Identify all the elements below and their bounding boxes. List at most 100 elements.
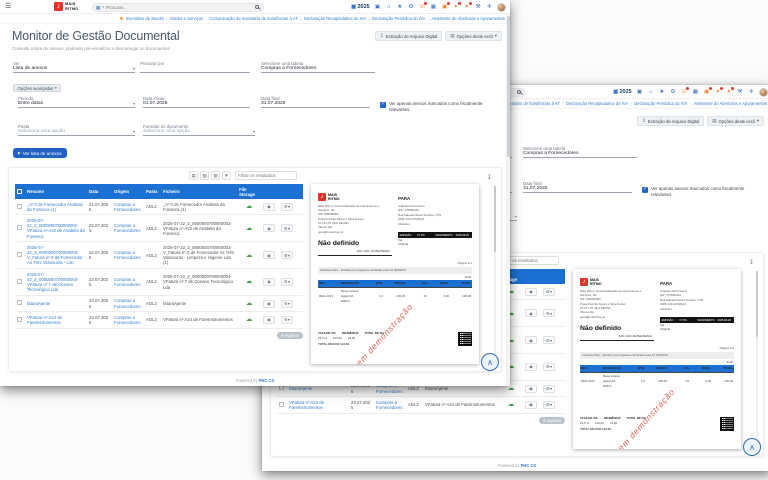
row-view[interactable]: ◉ [523,284,541,300]
fiscal-year-selector[interactable]: ▦2025 [351,4,369,10]
row-options-button[interactable]: ⚙▾ [281,278,293,286]
support-icon[interactable]: ☏ [419,4,426,11]
resumo-link[interactable]: faturaAjente [27,301,50,306]
file-storage-cloud-icon[interactable]: ☁ [239,317,259,322]
row-file-storage[interactable]: ☁ [237,215,261,242]
nav-link[interactable]: Assistente de Aberturas e Apuramentos [693,101,767,106]
row-options-button[interactable]: ⚙▾ [543,288,555,296]
view-document-button[interactable]: ◉ [525,336,537,344]
resumo-link[interactable]: VFatura nº A24 de FareInstrumentos [289,400,324,410]
row-select[interactable] [15,215,25,242]
table-select-input[interactable]: Compras a Fornecedores [523,149,637,158]
row-file-storage[interactable]: ☁ [237,269,261,296]
resumo-link[interactable]: 2025-07-22_2_0000000700000004-VFatura nº… [27,272,79,293]
table-row[interactable]: faturaAjente23.07.2025Compras a Forneced… [15,295,303,311]
view-document-button[interactable]: ◉ [263,224,275,232]
origem-link[interactable]: Compras a Fornecedores [114,298,141,308]
nav-link[interactable]: Declaração Recapitulativa do IVA [566,101,628,106]
view-document-button[interactable]: ◉ [525,385,537,393]
global-search-input[interactable] [106,5,253,10]
row-options-button[interactable]: ⚙▾ [281,300,293,308]
row-resumo[interactable]: _nº 0 de Fornecedor Anabela da Fonseca (… [25,199,87,215]
row-origem[interactable]: Compras a Fornecedores [112,295,144,311]
preview-download-icon[interactable]: ↧ [487,174,492,181]
row-options[interactable]: ⚙▾ [279,312,303,328]
search-icon[interactable] [255,5,259,9]
row-select[interactable] [15,242,25,269]
search-scope-icon[interactable]: ▦ [96,5,100,10]
origem-link[interactable]: Compras a Fornecedores [114,315,141,325]
file-storage-cloud-icon[interactable]: ☁ [239,204,259,209]
row-options-button[interactable]: ⚙▾ [543,363,555,371]
row-options-button[interactable]: ⚙▾ [281,251,293,259]
search-scope-caret-icon[interactable]: ▾ [102,5,104,9]
inbox-icon[interactable]: ▣ [703,89,710,96]
row-options-button[interactable]: ⚙▾ [543,336,555,344]
row-select[interactable] [277,397,287,413]
table-row[interactable]: 2025-07-22_2_0000000700000004-VFatura nº… [15,269,303,296]
hamburger-menu-icon[interactable]: ☰ [5,3,11,11]
table-row[interactable]: VFatura nº A24 de FareInstrumentos23.07.… [277,397,565,413]
row-options[interactable]: ⚙▾ [541,354,565,381]
view-select[interactable]: Lista de anexos▾ [13,64,135,73]
row-view[interactable]: ◉ [523,354,541,381]
tools-icon[interactable]: ⚒ [737,89,744,96]
nav-link[interactable]: Declaração Periódica do IVA [372,16,425,21]
row-options-button[interactable]: ⚙▾ [281,203,293,211]
location-icon[interactable]: ✛ [486,4,493,11]
preview-scrollbar[interactable] [756,271,759,445]
origem-link[interactable]: Compras a Fornecedores [114,223,141,233]
view-document-button[interactable]: ◉ [525,288,537,296]
user-avatar[interactable] [759,88,768,97]
end-date-input[interactable]: 31.07.2025 [523,184,632,193]
filter-results-input[interactable] [235,171,297,180]
fiscally-relevant-checkbox[interactable]: ✓ [642,187,648,193]
row-file-storage[interactable]: ☁ [499,397,523,413]
row-checkbox[interactable] [279,402,284,407]
home-icon[interactable]: ⌂ [385,4,392,11]
chat-icon[interactable]: ✦ [714,89,721,96]
preview-scrollbar[interactable] [494,186,497,360]
digital-archive-extract-button[interactable]: ↧Extração de Arquivo Digital [637,116,704,126]
row-origem[interactable]: Compras a Fornecedores [112,242,144,269]
nav-link[interactable]: Assistente de Aberturas e Apuramentos [431,16,505,21]
user-avatar[interactable] [497,3,506,12]
period-select[interactable]: Entre datas▾ [18,99,135,108]
row-view[interactable]: ◉ [523,300,541,327]
support-icon[interactable]: ☏ [681,89,688,96]
search-icon[interactable] [517,90,521,94]
settings-icon[interactable]: ⚙ [670,89,677,96]
view-document-button[interactable]: ◉ [263,203,275,211]
row-options[interactable]: ⚙▾ [279,242,303,269]
view-document-button[interactable]: ◉ [525,363,537,371]
digital-archive-extract-button[interactable]: ↧Extração de Arquivo Digital [375,31,442,41]
row-view[interactable]: ◉ [261,199,279,215]
row-file-storage[interactable]: ☁ [237,199,261,215]
view-document-button[interactable]: ◉ [263,316,275,324]
row-options[interactable]: ⚙▾ [279,269,303,296]
search-by-input[interactable] [140,64,250,73]
row-options[interactable]: ⚙▾ [541,380,565,396]
comments-icon[interactable]: ▣ [374,4,381,11]
row-checkbox[interactable] [17,204,22,209]
row-options[interactable]: ⚙▾ [541,397,565,413]
row-options-button[interactable]: ⚙▾ [281,316,293,324]
teams-chat-icon[interactable]: ✦ [725,89,732,96]
resumo-link[interactable]: 2025-07-22_2_0000000700000003-V_Fatura n… [27,245,83,266]
chat-icon[interactable]: ✦ [452,4,459,11]
table-row[interactable]: 2025-07-22_2_0000000700000003-V_Fatura n… [15,242,303,269]
row-checkbox[interactable] [279,385,284,390]
row-select[interactable] [15,312,25,328]
screen-options-button[interactable]: ▤Opções deste ecrã▾ [445,31,502,41]
row-options[interactable]: ⚙▾ [541,300,565,327]
calendar-icon[interactable]: ▦ [692,89,699,96]
row-origem[interactable]: Compras a Fornecedores [112,312,144,328]
file-storage-cloud-icon[interactable]: ☁ [239,301,259,306]
view-document-button[interactable]: ◉ [525,309,537,317]
row-select[interactable] [15,269,25,296]
row-view[interactable]: ◉ [261,242,279,269]
comments-icon[interactable]: ▣ [636,89,643,96]
row-view[interactable]: ◉ [523,397,541,413]
window-scrollbar[interactable] [506,14,510,386]
export-button[interactable]: ▨ [211,171,220,180]
